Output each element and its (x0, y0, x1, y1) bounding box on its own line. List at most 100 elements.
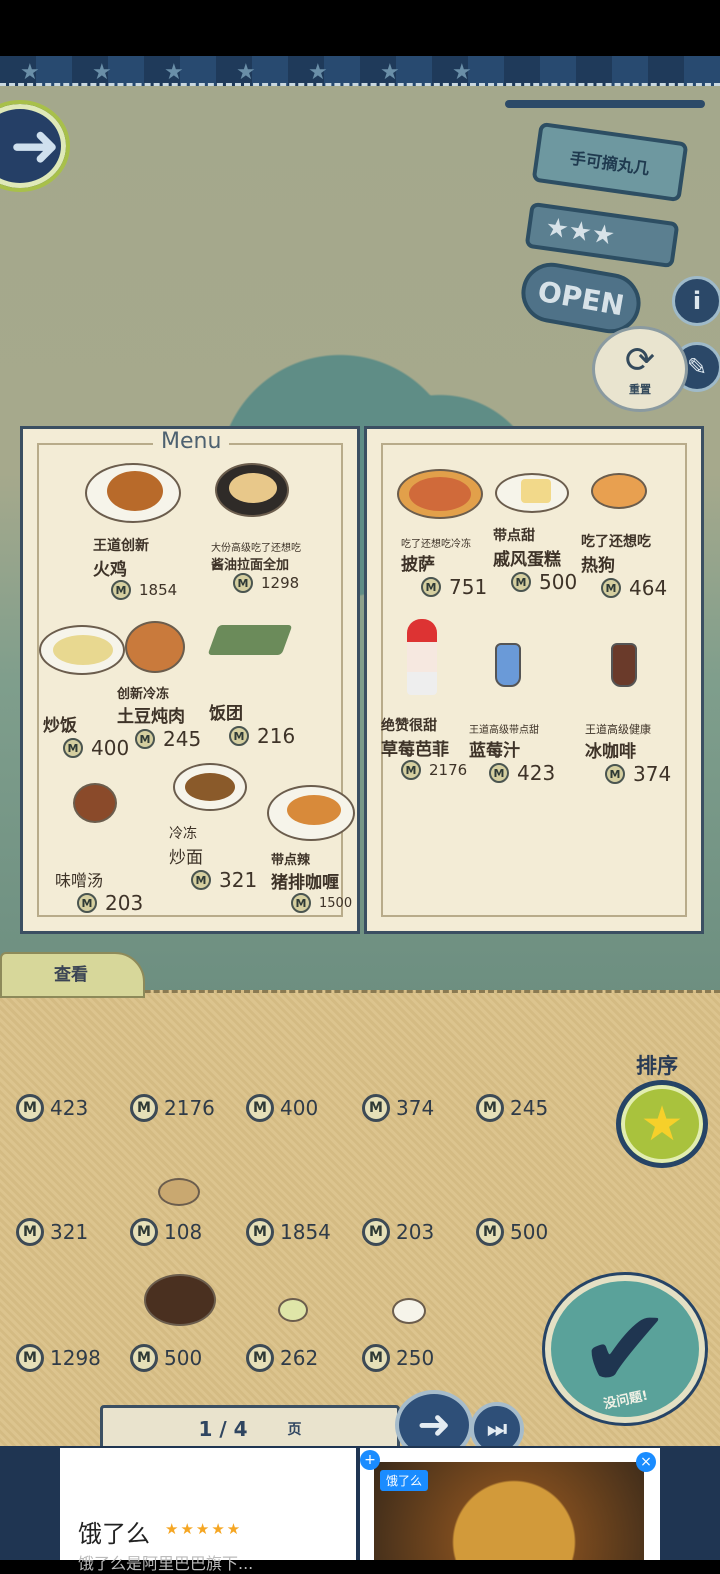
inventory-slot[interactable]: M 1854 (246, 1218, 331, 1246)
item-name: 酱油拉面全加 (211, 558, 290, 573)
ad-subtitle: 饿了么是阿里巴巴旗下... (78, 1554, 254, 1573)
hot-dog-image[interactable] (591, 473, 647, 509)
katsu-curry-image[interactable] (267, 785, 355, 841)
menu-item-hot-dog-text: 吃了还想吃 热狗 M 464 (581, 531, 667, 600)
menu-item-turkey[interactable] (85, 463, 181, 523)
star-icon: ★ (20, 60, 40, 85)
slot-price: 250 (396, 1346, 435, 1370)
menu-item-coffee-text: 王道高级健康 冰咖啡 M 374 (585, 721, 671, 786)
coin-icon: M (246, 1094, 274, 1122)
item-name: 热狗 (581, 556, 615, 576)
item-prefix: 王道高级健康 (585, 723, 651, 736)
item-prefix: 冷冻 (169, 826, 197, 842)
coin-icon: M (511, 572, 531, 592)
potato-stew-image[interactable] (125, 621, 185, 673)
ad-title: 饿了么 (78, 1520, 150, 1548)
green-tea-image (278, 1298, 308, 1322)
item-name: 披萨 (401, 555, 435, 575)
shop-name-board: 手可摘丸几 (531, 121, 689, 203)
arrow-right-icon: ➜ (417, 1402, 451, 1448)
item-prefix: 带点甜 (493, 528, 535, 544)
iced-coffee-image[interactable] (611, 643, 637, 687)
miso-soup-image[interactable] (73, 783, 117, 823)
bento-item-image (158, 1178, 200, 1206)
menu-item-turkey-text: 王道创新 火鸡 M 1854 (93, 535, 177, 600)
inventory-slot[interactable]: M 374 (362, 1094, 434, 1122)
price-value: 203 (105, 891, 144, 915)
menu-item-katsu-curry-text: 带点辣 猪排咖喱 M 1500 (271, 849, 352, 913)
spinner-icon: ⟳ (624, 340, 656, 381)
menu-item-rice-ball-text: 饭团 M 216 (209, 699, 295, 748)
inventory-slot[interactable]: M 400 (246, 1094, 318, 1122)
slot-price: 1298 (50, 1346, 101, 1370)
inventory-slot[interactable]: M 250 (362, 1344, 434, 1372)
coin-icon: M (362, 1344, 390, 1372)
turkey-image (85, 463, 181, 523)
inventory-slot[interactable]: M 245 (476, 1094, 548, 1122)
coin-icon: M (229, 726, 249, 746)
item-prefix: 绝赞很甜 (381, 718, 437, 734)
price-value: 374 (633, 762, 672, 786)
inventory-slot[interactable]: M 500 (476, 1218, 548, 1246)
star-border: ★ ★ ★ ★ ★ ★ ★ (0, 56, 720, 86)
sort-button[interactable]: ★ (616, 1080, 708, 1168)
fried-noodles-image[interactable] (173, 763, 247, 811)
inventory-slot[interactable]: M 203 (362, 1218, 434, 1246)
sign-bracket (505, 100, 705, 108)
rice-ball-image[interactable] (207, 625, 293, 655)
inventory-slot[interactable]: M 423 (16, 1094, 88, 1122)
item-prefix: 吃了还想吃 (581, 534, 651, 550)
pencil-icon: ✎ (686, 353, 708, 381)
back-arrow-button[interactable]: ➜ (0, 100, 70, 192)
coin-icon: M (401, 760, 421, 780)
price-value: 500 (539, 570, 578, 594)
info-button[interactable]: i (672, 276, 720, 326)
menu-item-parfait-text: 绝赞很甜 草莓芭菲 M 2176 (381, 715, 467, 780)
coin-icon: M (246, 1218, 274, 1246)
item-price: M 464 (601, 576, 667, 600)
blueberry-juice-image[interactable] (495, 643, 521, 687)
menu-item-potato-stew-text: 创新冷冻 土豆炖肉 M 245 (117, 683, 201, 751)
reset-button[interactable]: ⟳ 重置 (592, 326, 688, 412)
item-prefix: 创新冷冻 (117, 687, 170, 702)
fried-rice-image[interactable] (39, 625, 125, 675)
ad-close-button[interactable]: × (636, 1452, 656, 1472)
price-value: 216 (257, 724, 296, 748)
ad-logo: 饿了么 (380, 1470, 429, 1491)
menu-item-miso-soup-text: 味噌汤 M 203 (55, 867, 143, 915)
view-tab[interactable]: 查看 (0, 952, 145, 998)
inventory-slot[interactable]: M 1298 (16, 1344, 101, 1372)
pizza-image[interactable] (397, 469, 483, 519)
item-price: M 2176 (401, 760, 467, 780)
inventory-slot[interactable]: M 321 (16, 1218, 88, 1246)
price-value: 1854 (139, 581, 178, 599)
confirm-button[interactable]: ✔ 没问题! (545, 1275, 705, 1423)
coin-icon: M (233, 573, 253, 593)
menu-item-ramen[interactable] (215, 463, 289, 517)
inventory-slot[interactable]: M 2176 (130, 1094, 215, 1122)
inventory-slot[interactable]: M 108 (130, 1218, 202, 1246)
coin-icon: M (601, 578, 621, 598)
chiffon-cake-image[interactable] (495, 473, 569, 513)
item-prefix: 大份高级吃了还想吃 (211, 543, 301, 554)
sort-label: 排序 (636, 1054, 678, 1078)
item-price: M 751 (421, 575, 487, 599)
ad-expand-button[interactable]: + (360, 1450, 380, 1470)
strawberry-parfait-image[interactable] (407, 619, 437, 695)
item-name: 冰咖啡 (585, 742, 636, 762)
price-value: 245 (163, 727, 202, 751)
inventory-slot[interactable]: M 262 (246, 1344, 318, 1372)
slot-price: 2176 (164, 1096, 215, 1120)
coin-icon: M (605, 764, 625, 784)
menu-item-pizza-text: 吃了还想吃冷冻 披萨 M 751 (401, 535, 487, 599)
star-icon: ★ (452, 60, 472, 85)
item-prefix: 王道创新 (93, 538, 149, 554)
menu-page-left: Menu 王道创新 火鸡 M 1854 大份高级吃了还想吃 酱油拉面全加 M 129… (20, 426, 360, 934)
item-price: M 1854 (111, 580, 177, 600)
star-icon: ★ (640, 1096, 684, 1152)
coin-icon: M (16, 1218, 44, 1246)
star-icon: ★ (92, 60, 112, 85)
coin-icon: M (246, 1344, 274, 1372)
slot-price: 500 (510, 1220, 549, 1244)
inventory-slot[interactable]: M 500 (130, 1344, 202, 1372)
